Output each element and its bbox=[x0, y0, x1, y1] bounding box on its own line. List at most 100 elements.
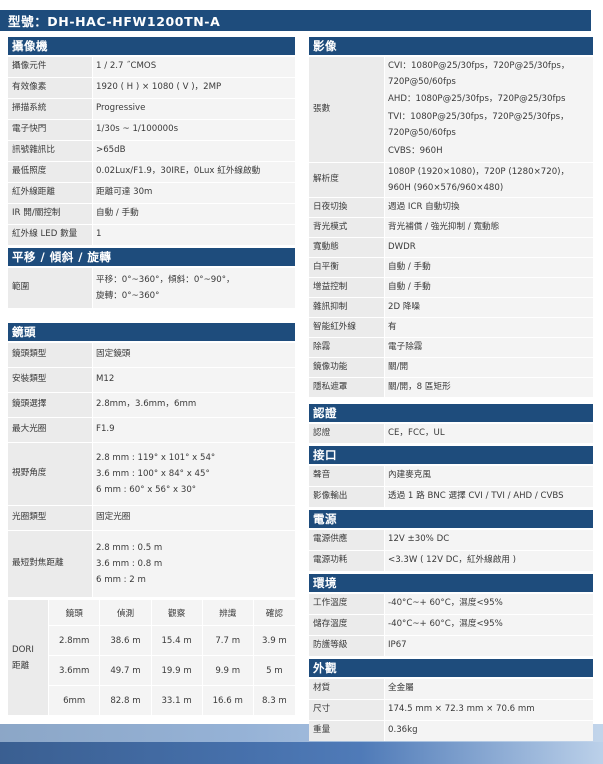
spec-value: IP67 bbox=[384, 636, 593, 656]
dori-row: 6mm 82.8 m 33.1 m 16.6 m 8.3 m bbox=[8, 686, 295, 715]
spec-value-line: 關/開，8 區矩形 bbox=[388, 381, 451, 392]
spec-key: 日夜切換 bbox=[309, 198, 384, 217]
spec-value: 自動 / 手動 bbox=[384, 258, 593, 277]
dori-header-cell: 觀察 bbox=[150, 600, 202, 625]
spec-value-line: 全金屬 bbox=[388, 683, 414, 694]
dori-cell: 15.4 m bbox=[150, 626, 202, 655]
spec-key: 鏡像功能 bbox=[309, 358, 384, 377]
section-interface: 接口 聲音 內建麥克風 影像輸出 透過 1 路 BNC 選擇 CVI / TVI / … bbox=[309, 446, 593, 508]
dori-table: DORI 距離 鏡頭 偵測 觀察 辨識 確認 2.8mm 38.6 m 15.4 m 7.7 m 3.… bbox=[8, 599, 295, 716]
section-title: 環境 bbox=[309, 574, 593, 592]
spec-table: 張數 CVI：1080P@25/30fps，720P@25/30fps，720P… bbox=[309, 56, 593, 163]
spec-value-line: 6 mm : 2 m bbox=[96, 575, 146, 585]
spec-key: IR 開/關控制 bbox=[8, 204, 92, 224]
spec-table: 範圍 平移：0°~360°，傾斜：0°~90°， 旋轉：0°~360° bbox=[8, 267, 295, 309]
spec-value: M12 bbox=[92, 368, 295, 392]
spec-key: 電子快門 bbox=[8, 120, 92, 140]
spec-row: 日夜切換 週過 ICR 自動切換 bbox=[309, 198, 593, 217]
dori-cell: 49.7 m bbox=[99, 656, 151, 685]
spec-value-line: DWDR bbox=[388, 241, 416, 252]
spec-row: 電源供應 12V ±30% DC bbox=[309, 530, 593, 550]
spec-value-line: 2.8 mm : 0.5 m bbox=[96, 543, 163, 553]
spec-row: 電子快門 1/30s ~ 1/100000s bbox=[8, 120, 295, 140]
spec-key: 掃描系統 bbox=[8, 99, 92, 119]
dori-cell: 7.7 m bbox=[201, 626, 253, 655]
spec-value-line: 關/開 bbox=[388, 361, 409, 372]
spec-key: 鏡頭類型 bbox=[8, 343, 92, 367]
section-ptz: 平移 / 傾斜 / 旋轉 範圍 平移：0°~360°，傾斜：0°~90°， 旋轉：0… bbox=[8, 248, 295, 309]
dori-row: 3.6mm 49.7 m 19.9 m 9.9 m5 m bbox=[8, 656, 295, 685]
spec-key: 電源功耗 bbox=[309, 551, 384, 571]
right-column: 影像 張數 CVI：1080P@25/30fps，720P@25/30fps，7… bbox=[309, 37, 593, 742]
section-environment: 環境 工作溫度 -40°C~+ 60°C，濕度<95% 儲存溫度 -40°C~+ 60… bbox=[309, 574, 593, 657]
dori-header-cell: 確認 bbox=[252, 600, 295, 625]
spec-key: 背光模式 bbox=[309, 218, 384, 237]
section-exterior: 外觀 材質 全金屬 尺寸 174.5 mm × 72.3 mm × 70.6 mm 重量… bbox=[309, 659, 593, 742]
section-title: 鏡頭 bbox=[8, 323, 295, 341]
section-title: 影像 bbox=[309, 37, 593, 55]
dori-cell: 3.9 m bbox=[252, 626, 295, 655]
dori-cell: 33.1 m bbox=[150, 686, 202, 715]
spec-row: 重量 0.36kg bbox=[309, 721, 593, 741]
dori-cell: 19.9 m bbox=[150, 656, 202, 685]
spec-value: 內建麥克風 bbox=[384, 466, 593, 486]
spec-value-line: 1 / 2.7 ˝CMOS bbox=[96, 61, 157, 72]
spec-value: 背光補償 / 強光抑制 / 寬動態 bbox=[384, 218, 593, 237]
spec-value-line: 固定鏡頭 bbox=[96, 349, 131, 360]
spec-row: 雜訊抑制 2D 降噪 bbox=[309, 298, 593, 317]
spec-row: 除霧 電子除霧 bbox=[309, 338, 593, 357]
dori-cell: 3.6mm bbox=[48, 656, 100, 685]
spec-value: 平移：0°~360°，傾斜：0°~90°， 旋轉：0°~360° bbox=[92, 268, 295, 308]
spec-value-line: 1 bbox=[96, 229, 102, 240]
spec-value: Progressive bbox=[92, 99, 295, 119]
spec-key: 智能紅外線 bbox=[309, 318, 384, 337]
spec-row: 攝像元件 1 / 2.7 ˝CMOS bbox=[8, 57, 295, 77]
spec-value: -40°C~+ 60°C，濕度<95% bbox=[384, 594, 593, 614]
spec-value-line: 2.8mm，3.6mm，6mm bbox=[96, 399, 197, 410]
spec-row: 解析度 1080P (1920×1080)，720P (1280×720)， 960… bbox=[309, 163, 593, 197]
spec-value-line: -40°C~+ 60°C，濕度<95% bbox=[388, 598, 503, 609]
spec-key: 攝像元件 bbox=[8, 57, 92, 77]
dori-header-row: DORI 距離 鏡頭 偵測 觀察 辨識 確認 bbox=[8, 600, 295, 715]
spec-value: 距離可達 30m bbox=[92, 183, 295, 203]
spec-key: 材質 bbox=[309, 679, 384, 699]
spec-value-line: 12V ±30% DC bbox=[388, 534, 450, 545]
spec-value: CVI：1080P@25/30fps，720P@25/30fps，720P@50… bbox=[384, 57, 593, 162]
section-title: 平移 / 傾斜 / 旋轉 bbox=[8, 248, 295, 266]
spec-key: 尺寸 bbox=[309, 700, 384, 720]
spec-row: 鏡頭類型 固定鏡頭 bbox=[8, 343, 295, 367]
spec-key: 訊號雜訊比 bbox=[8, 141, 92, 161]
spec-table: 解析度 1080P (1920×1080)，720P (1280×720)， 960… bbox=[309, 162, 593, 398]
spec-value-line: 週過 ICR 自動切換 bbox=[388, 201, 460, 212]
spec-row: 鏡頭選擇 2.8mm，3.6mm，6mm bbox=[8, 393, 295, 417]
spec-key: 工作溫度 bbox=[309, 594, 384, 614]
spec-table: 聲音 內建麥克風 影像輸出 透過 1 路 BNC 選擇 CVI / TVI / AHD… bbox=[309, 465, 593, 508]
spec-key: 增益控制 bbox=[309, 278, 384, 297]
spec-value-line: 內建麥克風 bbox=[388, 470, 431, 481]
spec-key: 最大光圈 bbox=[8, 418, 92, 442]
spec-value: 0.36kg bbox=[384, 721, 593, 741]
spec-row: 訊號雜訊比 >65dB bbox=[8, 141, 295, 161]
spec-value: 0.02Lux/F1.9，30IRE，0Lux 紅外線啟動 bbox=[92, 162, 295, 182]
spec-value-line: 0.36kg bbox=[388, 725, 418, 736]
spec-value: DWDR bbox=[384, 238, 593, 257]
spec-table: 攝像元件 1 / 2.7 ˝CMOS 有效像素 1920 ( H ) × 1080 (… bbox=[8, 56, 295, 246]
spec-value-line: 自動 / 手動 bbox=[96, 208, 139, 219]
section-title: 接口 bbox=[309, 446, 593, 464]
footer-decoration-dark bbox=[0, 742, 603, 764]
spec-value-line: 174.5 mm × 72.3 mm × 70.6 mm bbox=[388, 704, 535, 715]
spec-row: 電源功耗 <3.3W ( 12V DC，紅外線啟用 ) bbox=[309, 551, 593, 571]
spec-key: 雜訊抑制 bbox=[309, 298, 384, 317]
res-ahd: AHD：1080P@25/30fps，720P@25/30fps bbox=[388, 94, 566, 104]
spec-key: 視野角度 bbox=[8, 443, 92, 505]
section-video: 影像 張數 CVI：1080P@25/30fps，720P@25/30fps，7… bbox=[309, 37, 593, 398]
spec-key: 防護等級 bbox=[309, 636, 384, 656]
spec-key: 儲存溫度 bbox=[309, 615, 384, 635]
spec-value-line: 電子除霧 bbox=[388, 341, 423, 352]
spec-key: 寬動態 bbox=[309, 238, 384, 257]
dori-cell: 2.8mm bbox=[48, 626, 100, 655]
spec-row: 影像輸出 透過 1 路 BNC 選擇 CVI / TVI / AHD / CVBS bbox=[309, 487, 593, 507]
spec-value-line: 固定光圈 bbox=[96, 512, 131, 523]
spec-value-line: 2D 降噪 bbox=[388, 301, 421, 312]
spec-value: F1.9 bbox=[92, 418, 295, 442]
